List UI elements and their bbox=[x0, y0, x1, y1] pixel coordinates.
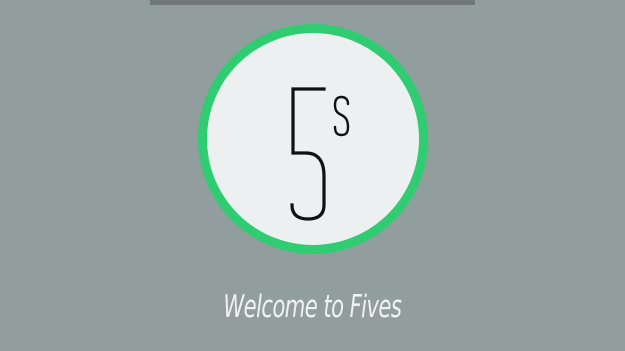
timer-value: 5 bbox=[289, 85, 327, 223]
timer-value-glyph bbox=[290, 87, 326, 221]
timer-unit: s bbox=[333, 95, 350, 137]
timer-ring[interactable]: 5 s bbox=[198, 24, 428, 254]
timer-unit-glyph bbox=[333, 95, 350, 137]
welcome-title: Welcome to Fives bbox=[223, 289, 402, 325]
status-bar bbox=[150, 0, 475, 5]
